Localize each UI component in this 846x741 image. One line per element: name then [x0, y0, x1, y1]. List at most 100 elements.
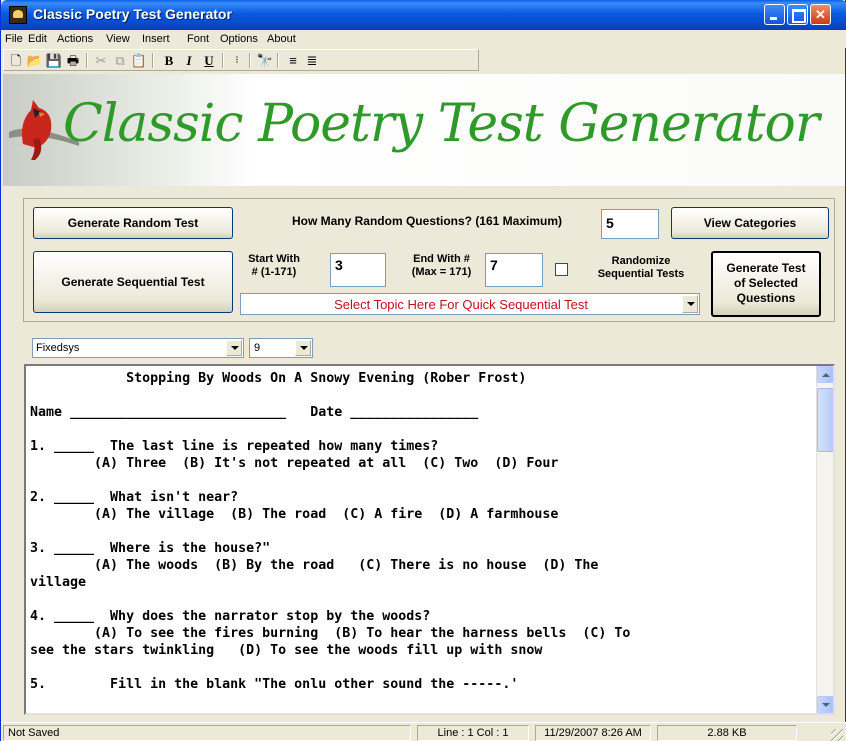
toolbar-separator — [86, 53, 88, 68]
generate-selected-line3: Questions — [736, 291, 796, 305]
app-window: Classic Poetry Test Generator ✕ File Edi… — [0, 0, 846, 741]
view-categories-button[interactable]: View Categories — [671, 207, 829, 239]
copy-icon[interactable]: ⧉ — [111, 52, 129, 69]
print-icon[interactable]: 🖶 — [64, 52, 82, 69]
banner-title: Classic Poetry Test Generator — [63, 94, 820, 154]
document-line: 5. Fill in the blank "The onlu other sou… — [30, 677, 519, 692]
randomize-label-line2: Sequential Tests — [597, 268, 685, 280]
document-line: (A) Three (B) It's not repeated at all (… — [30, 456, 559, 471]
title-bar[interactable]: Classic Poetry Test Generator ✕ — [1, 0, 846, 30]
banner: Classic Poetry Test Generator — [3, 74, 845, 186]
minimize-button[interactable] — [764, 4, 785, 25]
menu-about[interactable]: About — [267, 33, 296, 45]
document-line: 1. _____ The last line is repeated how m… — [30, 439, 439, 454]
test-editor[interactable]: Stopping By Woods On A Snowy Evening (Ro… — [24, 364, 835, 715]
document-line: Name ___________________________ Date __… — [30, 405, 479, 420]
generate-selected-test-button[interactable]: Generate Test of Selected Questions — [711, 251, 821, 317]
randomize-label-line1: Randomize — [611, 255, 671, 267]
close-icon: ✕ — [815, 7, 826, 22]
toolbar-separator — [222, 53, 224, 68]
chevron-down-icon[interactable] — [682, 295, 698, 313]
test-options-panel: Generate Random Test How Many Random Que… — [23, 198, 835, 322]
minimize-icon — [765, 5, 784, 24]
menu-font[interactable]: Font — [187, 33, 209, 45]
window-title: Classic Poetry Test Generator — [33, 6, 232, 22]
generate-selected-line2: of Selected — [733, 276, 799, 290]
start-with-label-line2: # (1-171) — [251, 266, 297, 278]
topic-select[interactable]: Select Topic Here For Quick Sequential T… — [240, 293, 700, 315]
document-line: 4. _____ Why does the narrator stop by t… — [30, 609, 431, 624]
menu-file[interactable]: File — [5, 33, 23, 45]
document-line: see the stars twinkling (D) To see the w… — [30, 643, 543, 658]
random-count-input[interactable]: 5 — [601, 209, 659, 239]
save-icon[interactable]: 💾 — [45, 52, 63, 69]
underline-icon[interactable]: U — [200, 52, 218, 69]
document-line: 2. _____ What isn't near? — [30, 490, 239, 505]
document-line: Stopping By Woods On A Snowy Evening (Ro… — [30, 371, 527, 386]
end-with-input[interactable]: 7 — [485, 253, 543, 287]
scroll-down-icon[interactable] — [817, 696, 833, 713]
font-size-value: 9 — [254, 342, 261, 354]
toolbar: 🗋 📂 💾 🖶 ✂ ⧉ 📋 B I U ⁝ 🔭 ≡ ≣ — [3, 49, 479, 71]
menu-options[interactable]: Options — [220, 33, 258, 45]
generate-selected-line1: Generate Test — [726, 261, 806, 275]
chevron-down-icon[interactable] — [295, 340, 311, 356]
bold-icon[interactable]: B — [160, 52, 178, 69]
align-center-icon[interactable]: ≣ — [303, 52, 321, 69]
menu-edit[interactable]: Edit — [28, 33, 47, 45]
close-button[interactable]: ✕ — [810, 4, 831, 25]
maximize-button[interactable] — [787, 4, 808, 25]
document-line: village — [30, 575, 87, 590]
randomize-checkbox[interactable] — [555, 263, 568, 276]
vertical-scrollbar[interactable] — [816, 366, 833, 713]
scroll-up-icon[interactable] — [817, 366, 833, 383]
font-size-select[interactable]: 9 — [249, 338, 313, 358]
resize-grip-icon[interactable] — [831, 729, 843, 741]
font-family-value: Fixedsys — [36, 342, 80, 354]
menu-actions[interactable]: Actions — [57, 33, 93, 45]
test-document[interactable]: Stopping By Woods On A Snowy Evening (Ro… — [30, 370, 815, 693]
menu-insert[interactable]: Insert — [142, 33, 170, 45]
topic-select-text: Select Topic Here For Quick Sequential T… — [334, 297, 588, 312]
document-line: (A) To see the fires burning (B) To hear… — [30, 626, 631, 641]
menu-view[interactable]: View — [106, 33, 130, 45]
start-with-label: Start With # (1-171) — [244, 253, 304, 279]
toolbar-separator — [249, 53, 251, 68]
align-left-icon[interactable]: ≡ — [284, 52, 302, 69]
italic-icon[interactable]: I — [180, 52, 198, 69]
new-file-icon[interactable]: 🗋 — [7, 52, 25, 69]
generate-sequential-test-button[interactable]: Generate Sequential Test — [33, 251, 233, 313]
open-folder-icon[interactable]: 📂 — [26, 52, 44, 69]
status-saved: Not Saved — [3, 725, 411, 741]
start-with-input[interactable]: 3 — [330, 253, 386, 287]
toolbar-separator — [152, 53, 154, 68]
generate-random-test-button[interactable]: Generate Random Test — [33, 207, 233, 239]
randomize-label: Randomize Sequential Tests — [571, 255, 711, 281]
app-icon — [9, 6, 27, 24]
status-position: Line : 1 Col : 1 — [417, 725, 529, 741]
cut-icon[interactable]: ✂ — [92, 52, 110, 69]
bullets-icon[interactable]: ⁝ — [228, 52, 246, 69]
document-line: 3. _____ Where is the house?" — [30, 541, 271, 556]
chevron-down-icon[interactable] — [226, 340, 242, 356]
status-bar: Not Saved Line : 1 Col : 1 11/29/2007 8:… — [1, 722, 846, 741]
find-icon[interactable]: 🔭 — [256, 52, 274, 69]
paste-icon[interactable]: 📋 — [130, 52, 148, 69]
end-with-label-line2: (Max = 171) — [411, 266, 472, 278]
status-datetime: 11/29/2007 8:26 AM — [535, 725, 651, 741]
start-with-label-line1: Start With — [248, 253, 300, 265]
font-family-select[interactable]: Fixedsys — [32, 338, 244, 358]
toolbar-separator — [277, 53, 279, 68]
document-line: (A) The village (B) The road (C) A fire … — [30, 507, 559, 522]
status-size: 2.88 KB — [657, 725, 797, 741]
scrollbar-thumb[interactable] — [817, 388, 833, 452]
font-row: Fixedsys 9 — [23, 336, 835, 358]
document-line: (A) The woods (B) By the road (C) There … — [30, 558, 599, 573]
end-with-label-line1: End With # — [413, 253, 470, 265]
